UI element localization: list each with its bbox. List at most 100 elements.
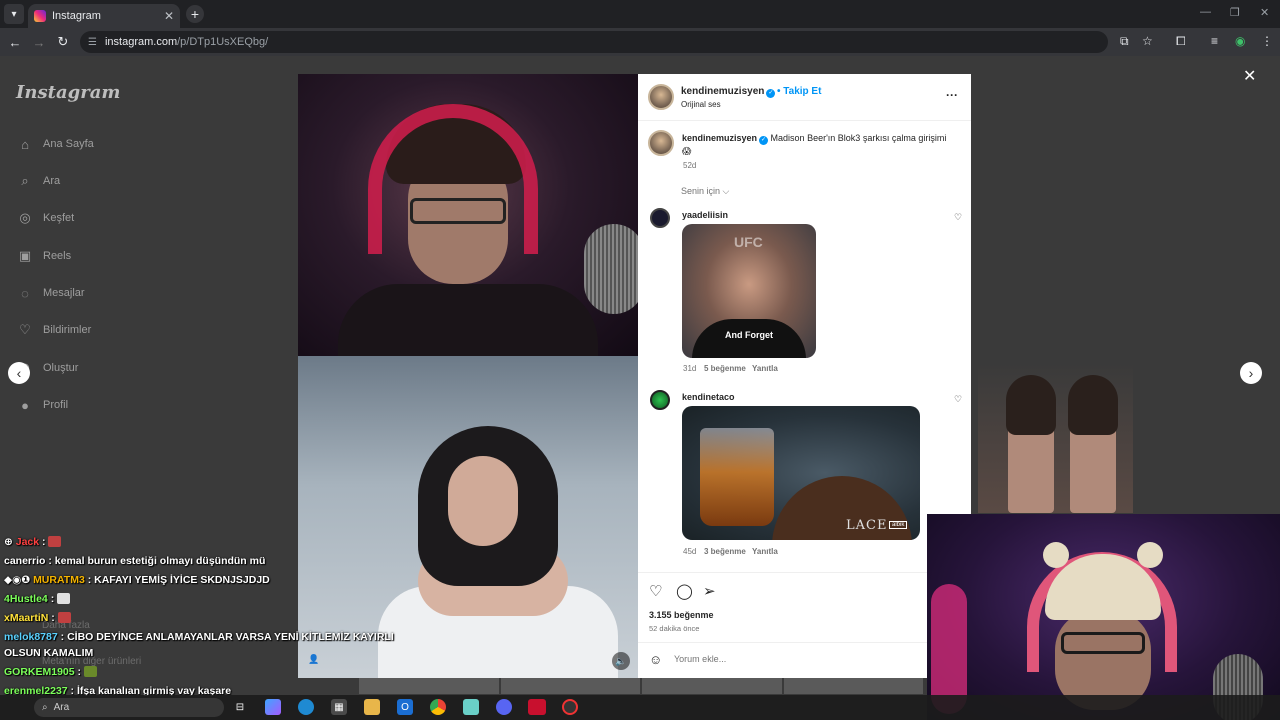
chat-message: canerrio : kemal burun estetiği olmayı d…: [4, 555, 266, 567]
gif-badge: albik: [889, 521, 908, 529]
sidebar-item-label: Ana Sayfa: [43, 138, 94, 150]
forward-arrow-icon[interactable]: →: [30, 33, 48, 51]
instagram-logo[interactable]: Instagram: [16, 82, 120, 103]
caption-age: 52d: [683, 161, 697, 170]
copilot-icon[interactable]: [265, 699, 281, 715]
comment-gif[interactable]: LACE albik: [682, 406, 920, 540]
commenter-avatar[interactable]: [650, 208, 670, 228]
comment-input[interactable]: [674, 654, 924, 664]
maximize-icon[interactable]: ❐: [1230, 6, 1240, 19]
notepad-icon[interactable]: [463, 699, 479, 715]
like-comment-heart-icon[interactable]: ♡: [954, 212, 962, 223]
address-bar[interactable]: ☰ instagram.com/p/DTp1UsXEQbg/: [80, 31, 1108, 53]
sidebar-item-search[interactable]: ⌕ Ara: [16, 169, 60, 193]
divider: [638, 572, 971, 573]
commenter-avatar[interactable]: [650, 390, 670, 410]
thumbnail[interactable]: [500, 678, 640, 694]
likes-count[interactable]: 3.155 beğenme: [649, 610, 714, 620]
reel-video-top[interactable]: [298, 74, 638, 356]
more-options-icon[interactable]: ···: [946, 88, 958, 102]
thumbnail[interactable]: [642, 678, 782, 694]
store-icon[interactable]: ▦: [331, 699, 347, 715]
comment-likes[interactable]: 3 beğenme: [704, 547, 746, 556]
like-comment-heart-icon[interactable]: ♡: [954, 394, 962, 405]
sidebar-item-home[interactable]: ⌂ Ana Sayfa: [16, 132, 94, 156]
follow-button[interactable]: • Takip Et: [777, 86, 821, 97]
back-arrow-icon[interactable]: ←: [6, 33, 24, 51]
share-send-icon[interactable]: ➢: [703, 582, 716, 600]
compass-icon: ◎: [19, 210, 31, 225]
chat-text: KAFAYI YEMİŞ İYİCE SKDNJSJDJD: [94, 574, 270, 586]
reply-button[interactable]: Yanıtla: [752, 547, 778, 556]
install-app-icon[interactable]: ⧉: [1120, 34, 1129, 49]
sidebar-item-notifications[interactable]: ♡ Bildirimler: [16, 318, 91, 342]
speaker-icon[interactable]: 🔈: [612, 652, 630, 670]
caption-avatar[interactable]: [648, 130, 674, 156]
webcam-glasses: [1061, 632, 1145, 654]
post-details-panel: kendinemuzisyen ✓ • Takip Et Orijinal ses…: [638, 74, 971, 678]
next-post-arrow-icon[interactable]: ›: [1240, 362, 1262, 384]
chat-message: 4Hustle4 :: [4, 593, 71, 605]
obs-icon[interactable]: [562, 699, 578, 715]
file-explorer-icon[interactable]: [364, 699, 380, 715]
task-view-icon[interactable]: ⊟: [232, 699, 248, 715]
browser-tab-instagram[interactable]: Instagram ✕: [28, 4, 180, 28]
chat-text: kemal burun estetiği olmayı düşündün mü: [54, 555, 266, 567]
thumbnail[interactable]: [783, 678, 923, 694]
emoji-icon[interactable]: ☺: [649, 652, 662, 667]
poster-avatar[interactable]: [648, 84, 674, 110]
taskbar-search[interactable]: ⌕ Ara: [34, 698, 224, 717]
browser-menu-icon[interactable]: ⋮: [1261, 34, 1273, 48]
bookmark-star-icon[interactable]: ☆: [1142, 34, 1153, 48]
next-post-thumbnail[interactable]: [978, 363, 1133, 513]
window-close-icon[interactable]: ✕: [1260, 6, 1269, 19]
browser-toolbar: ← → ↻ ☰ instagram.com/p/DTp1UsXEQbg/ ⧉ ☆…: [0, 28, 1280, 56]
reply-button[interactable]: Yanıtla: [752, 364, 778, 373]
like-heart-icon[interactable]: ♡: [649, 582, 662, 600]
chat-message: ⊕ Jack :: [4, 536, 62, 548]
url-host: instagram.com: [104, 36, 178, 48]
comment-username[interactable]: yaadeliisin: [682, 210, 728, 220]
comment-likes[interactable]: 5 beğenme: [704, 364, 746, 373]
search-icon: ⌕: [21, 173, 29, 188]
post-header: kendinemuzisyen ✓: [681, 86, 776, 98]
webcam-bear-ear: [1137, 542, 1163, 568]
chat-username: MURATM3: [33, 574, 85, 586]
comment-gif[interactable]: UFC And Forget: [682, 224, 816, 358]
chat-message-continued: OLSUN KAMALIM: [4, 647, 93, 659]
sidebar-item-label: Bildirimler: [43, 324, 92, 336]
site-info-icon[interactable]: ☰: [88, 37, 97, 48]
sidebar-item-label: Reels: [43, 250, 72, 262]
gif-barrel: [772, 476, 912, 540]
emote-icon: [83, 666, 97, 677]
tab-search-icon[interactable]: ▾: [4, 4, 24, 24]
outlook-icon[interactable]: O: [397, 699, 413, 715]
chat-text: OLSUN KAMALIM: [4, 647, 94, 659]
sidebar-item-label: Profil: [43, 399, 69, 411]
tab-close-icon[interactable]: ✕: [164, 9, 174, 23]
prev-post-arrow-icon[interactable]: ‹: [8, 362, 30, 384]
poster-username[interactable]: kendinemuzisyen: [681, 86, 764, 97]
modal-close-icon[interactable]: ✕: [1243, 66, 1256, 86]
original-audio-link[interactable]: Orijinal ses: [681, 100, 721, 109]
comment-sort-dropdown[interactable]: Senin için ⌵: [681, 186, 729, 197]
media-app-icon[interactable]: [528, 699, 546, 715]
profile-extension-icon[interactable]: ◉: [1235, 34, 1245, 48]
extensions-icon[interactable]: ⧠: [1176, 34, 1186, 49]
reload-icon[interactable]: ↻: [54, 33, 72, 51]
caption-username[interactable]: kendinemuzisyen: [682, 133, 757, 143]
comment-username[interactable]: kendinetaco: [682, 392, 735, 402]
chat-username: GORKEM1905: [4, 666, 75, 678]
sidebar-item-messages[interactable]: ◌ Mesajlar: [16, 281, 84, 305]
sidebar-item-profile[interactable]: ● Profil: [16, 393, 68, 417]
comment-bubble-icon[interactable]: ◯: [676, 582, 693, 600]
edge-icon[interactable]: [298, 699, 314, 715]
chrome-icon[interactable]: [430, 699, 446, 715]
sidebar-item-reels[interactable]: ▣ Reels: [16, 244, 71, 268]
minimize-icon[interactable]: —: [1200, 6, 1211, 18]
discord-icon[interactable]: [496, 699, 512, 715]
new-tab-button[interactable]: +: [186, 5, 204, 23]
video-headphones: [368, 104, 538, 254]
sidebar-item-explore[interactable]: ◎ Keşfet: [16, 206, 74, 230]
media-control-icon[interactable]: ≡: [1211, 34, 1218, 48]
